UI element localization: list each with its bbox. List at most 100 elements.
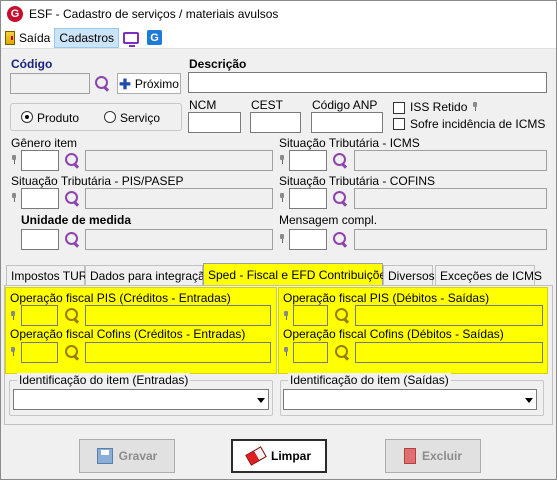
- ident-entradas-label: Identificação do item (Entradas): [17, 373, 191, 387]
- search-pis-icon[interactable]: [64, 190, 80, 206]
- pin-op-cofins-entradas-icon: [10, 347, 16, 357]
- produto-label: Produto: [37, 111, 80, 125]
- menu-bar: Saída Cadastros G: [1, 27, 556, 49]
- exit-door-icon: [5, 30, 15, 45]
- search-op-pis-saidas-icon[interactable]: [334, 307, 350, 323]
- pin-cofins-icon: [279, 193, 285, 203]
- menu-exit[interactable]: Saída: [1, 28, 54, 48]
- tab-excecoes-icms[interactable]: Exceções de ICMS: [435, 265, 542, 285]
- mensagem-label: Mensagem compl.: [279, 213, 378, 227]
- genero-item-desc-field: [85, 150, 273, 171]
- pin-iss-icon: [472, 102, 478, 112]
- codigo-anp-field[interactable]: [311, 112, 383, 133]
- gravar-button-label: Gravar: [118, 449, 158, 463]
- limpar-button[interactable]: Limpar: [231, 439, 327, 473]
- menu-cadastros[interactable]: Cadastros: [54, 27, 120, 48]
- search-icms-icon[interactable]: [332, 152, 348, 168]
- codigo-label: Código: [11, 57, 53, 71]
- cest-field[interactable]: [250, 112, 301, 133]
- codigo-field[interactable]: [10, 73, 90, 94]
- search-genero-icon[interactable]: [64, 152, 80, 168]
- iss-retido-checkbox[interactable]: [393, 102, 405, 114]
- produto-radio[interactable]: [21, 111, 33, 123]
- servico-label: Serviço: [120, 111, 161, 125]
- op-pis-saidas-desc-field: [355, 305, 543, 326]
- unidade-desc-field: [85, 229, 273, 250]
- tab-impostos-tur[interactable]: Impostos TUR: [6, 265, 87, 285]
- ncm-field[interactable]: [188, 112, 241, 133]
- st-cofins-label: Situação Tributária - COFINS: [279, 174, 436, 188]
- ident-entradas-select[interactable]: [13, 389, 269, 410]
- descricao-label: Descrição: [189, 57, 247, 71]
- st-pis-desc-field: [85, 188, 273, 209]
- op-cofins-saidas-code-field[interactable]: [293, 342, 328, 363]
- unidade-code-field[interactable]: [21, 229, 59, 250]
- search-unidade-icon[interactable]: [64, 231, 80, 247]
- cest-label: CEST: [251, 98, 284, 112]
- excluir-button[interactable]: Excluir: [385, 439, 481, 473]
- op-cofins-saidas-label: Operação fiscal Cofins (Débitos - Saídas…: [283, 327, 504, 341]
- menu-cadastros-label: Cadastros: [59, 30, 115, 45]
- chevron-down-icon: [257, 398, 265, 403]
- gravar-button[interactable]: Gravar: [79, 439, 175, 473]
- window-title: ESF - Cadastro de serviços / materiais a…: [29, 7, 279, 21]
- st-cofins-code-field[interactable]: [289, 188, 327, 209]
- unidade-label: Unidade de medida: [21, 213, 132, 227]
- monitor-icon[interactable]: [123, 31, 140, 47]
- next-button-label: Próximo: [134, 76, 179, 91]
- search-op-cofins-entradas-icon[interactable]: [64, 344, 80, 360]
- op-pis-saidas-label: Operação fiscal PIS (Débitos - Saídas): [283, 291, 490, 305]
- op-cofins-entradas-desc-field: [85, 342, 271, 363]
- excluir-button-label: Excluir: [421, 449, 463, 463]
- eraser-icon: [245, 446, 267, 466]
- ident-saidas-select[interactable]: [283, 389, 537, 410]
- genero-item-label: Gênero item: [11, 136, 78, 150]
- sofre-icms-checkbox[interactable]: [393, 118, 405, 130]
- search-codigo-icon[interactable]: [94, 75, 110, 91]
- genero-item-code-field[interactable]: [21, 150, 59, 171]
- ident-saidas-label: Identificação do item (Saídas): [288, 373, 451, 387]
- mensagem-code-field[interactable]: [289, 229, 327, 250]
- search-mensagem-icon[interactable]: [332, 231, 348, 247]
- pin-op-pis-saidas-icon: [283, 311, 289, 321]
- search-cofins-icon[interactable]: [332, 190, 348, 206]
- sofre-icms-label: Sofre incidência de ICMS: [410, 117, 546, 131]
- pin-pis-icon: [11, 193, 17, 203]
- ncm-label: NCM: [189, 98, 217, 112]
- descricao-field[interactable]: [188, 72, 547, 93]
- tab-dados-integracao[interactable]: Dados para integração: [85, 265, 211, 285]
- codigo-anp-label: Código ANP: [312, 98, 378, 112]
- search-op-cofins-saidas-icon[interactable]: [334, 344, 350, 360]
- save-disk-icon: [96, 448, 113, 464]
- st-pis-code-field[interactable]: [21, 188, 59, 209]
- op-cofins-saidas-desc-field: [355, 342, 543, 363]
- tab-diversos[interactable]: Diversos: [383, 265, 435, 285]
- st-cofins-desc-field: [354, 188, 547, 209]
- g-app-icon[interactable]: G: [147, 30, 163, 45]
- servico-radio[interactable]: [104, 111, 116, 123]
- main-window: G ESF - Cadastro de serviços / materiais…: [0, 0, 557, 480]
- op-pis-saidas-code-field[interactable]: [293, 305, 328, 326]
- menu-exit-label: Saída: [19, 30, 51, 45]
- next-button[interactable]: ✚ Próximo: [117, 73, 181, 94]
- st-icms-code-field[interactable]: [289, 150, 327, 171]
- op-pis-entradas-code-field[interactable]: [21, 305, 58, 326]
- tab-sped-fiscal[interactable]: Sped - Fiscal e EFD Contribuições: [203, 263, 392, 285]
- app-logo-icon: G: [7, 6, 23, 22]
- pin-mensagem-icon: [279, 234, 285, 244]
- mensagem-desc-field: [354, 229, 547, 250]
- op-pis-entradas-label: Operação fiscal PIS (Créditos - Entradas…: [10, 291, 231, 305]
- op-cofins-entradas-code-field[interactable]: [21, 342, 58, 363]
- pin-genero-icon: [11, 155, 17, 165]
- op-pis-entradas-desc-field: [85, 305, 271, 326]
- st-pis-label: Situação Tributária - PIS/PASEP: [11, 174, 184, 188]
- iss-retido-label: ISS Retido: [410, 100, 468, 114]
- plus-icon: ✚: [119, 75, 131, 92]
- limpar-button-label: Limpar: [270, 449, 311, 463]
- search-op-pis-entradas-icon[interactable]: [64, 307, 80, 323]
- pin-op-pis-entradas-icon: [10, 311, 16, 321]
- pin-icms-icon: [279, 155, 285, 165]
- chevron-down-icon: [525, 398, 533, 403]
- st-icms-desc-field: [354, 150, 547, 171]
- title-bar: G ESF - Cadastro de serviços / materiais…: [1, 1, 556, 27]
